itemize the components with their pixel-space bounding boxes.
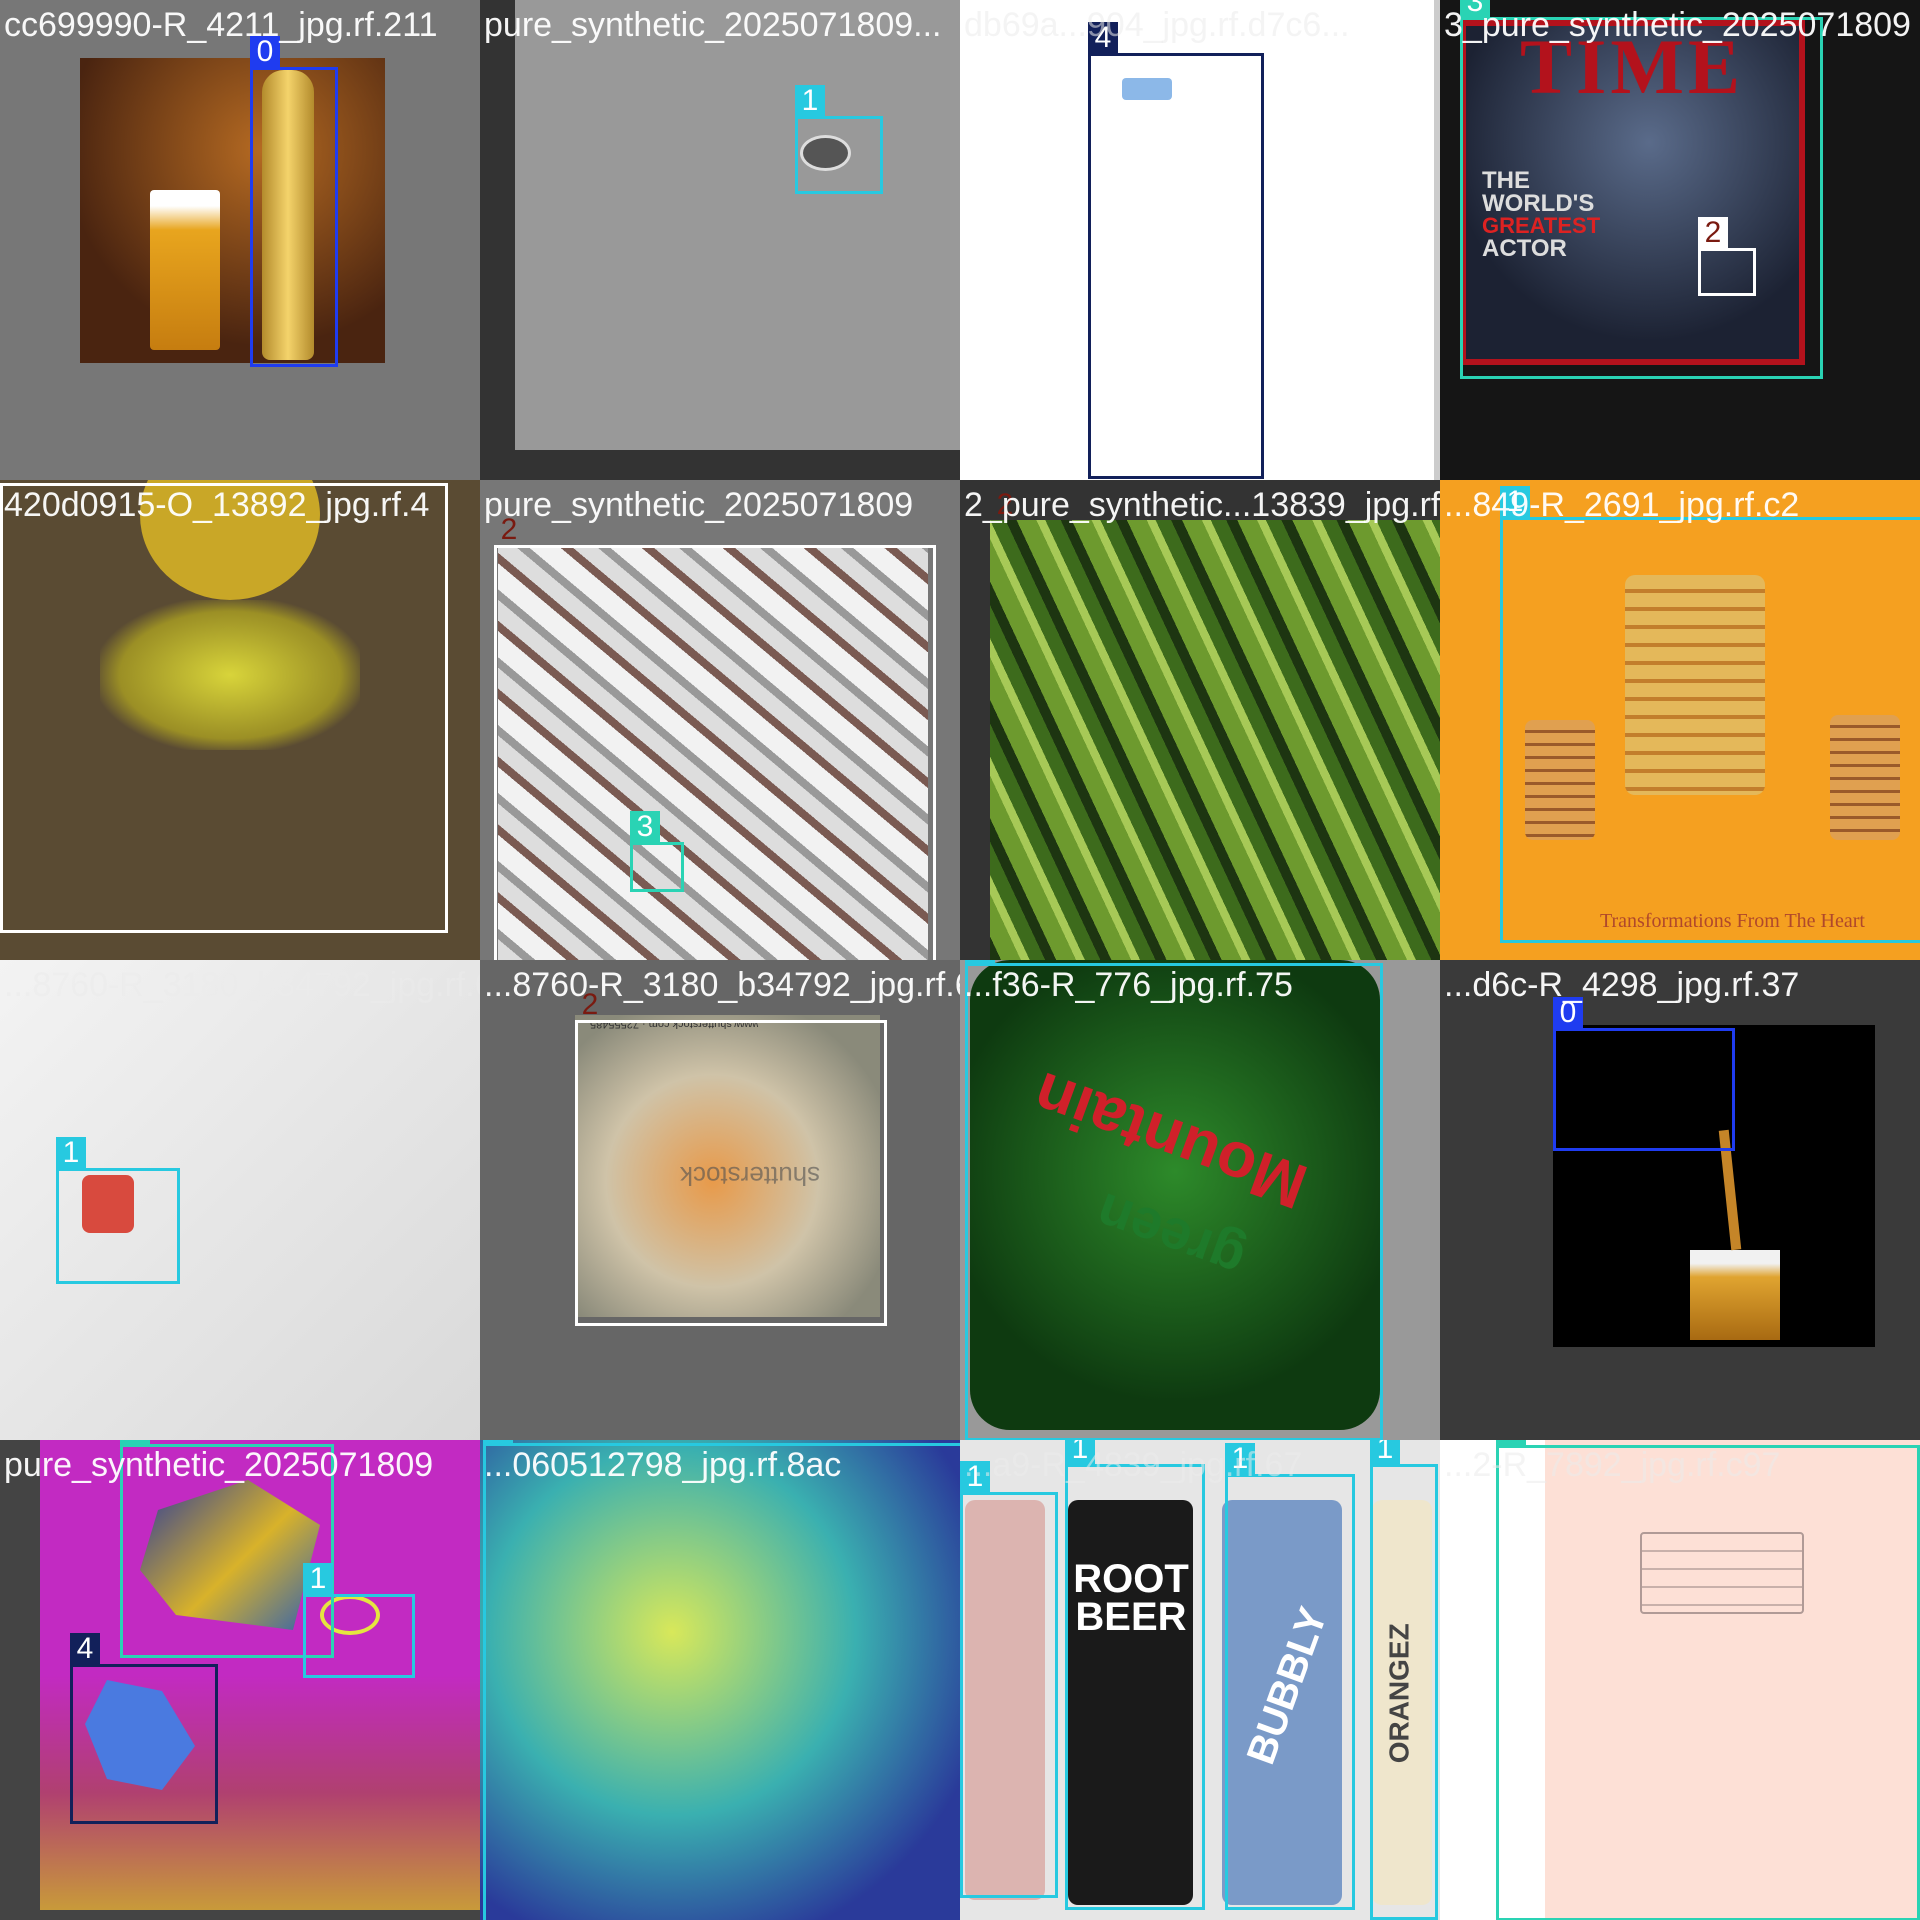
filename-label: ...2-R_7892_jpg.rf.c97 [1444, 1446, 1781, 1484]
bbox: 1 [1370, 1440, 1438, 1920]
tile-3: TIME THE WORLD'S GREATEST ACTOR 3_pure_s… [1440, 0, 1920, 480]
tile-7: Transformations From The Heart ...849-R_… [1440, 480, 1920, 960]
beer-glass [150, 190, 220, 350]
bbox: 4 [1088, 22, 1264, 479]
filename-label: 2_pure_synthetic...13839_jpg.rf.6 [964, 486, 1440, 524]
bbox: 2 [0, 480, 448, 933]
filename-label: ...060512798_jpg.rf.8ac [484, 1446, 842, 1484]
bbox: 3 [630, 811, 684, 892]
class-label: 1 [303, 1563, 333, 1595]
filename-label: ...f36-R_776_jpg.rf.75 [964, 966, 1293, 1004]
filename-label: 420d0915-O_13892_jpg.rf.4 [4, 486, 430, 524]
bbox: 2 [575, 989, 887, 1326]
bbox: 1 [56, 1137, 180, 1284]
bbox: 2 [494, 514, 936, 960]
filename-label: ...d6c-R_4298_jpg.rf.37 [1444, 966, 1800, 1004]
tile-15: ...2-R_7892_jpg.rf.c97 3 [1440, 1440, 1920, 1920]
filename-label: 3_pure_synthetic_2025071809 [1444, 6, 1911, 44]
class-label: 1 [483, 1440, 513, 1444]
class-label: 3 [120, 1440, 150, 1445]
tile-5: pure_synthetic_2025071809 2 3 [480, 480, 960, 960]
bbox: 1 [965, 960, 1383, 1440]
bbox: 3 [1496, 1440, 1920, 1920]
filename-label: cc699990-R_4211_jpg.rf.211 [4, 6, 438, 44]
tile-6: 2_pure_synthetic...13839_jpg.rf.6 2 [960, 480, 1440, 960]
bbox: 1 [483, 1440, 960, 1920]
tile-13: ...060512798_jpg.rf.8ac 1 [480, 1440, 960, 1920]
beer-glass [1690, 1250, 1780, 1340]
class-label: 1 [965, 960, 995, 964]
bbox: 1 [960, 1461, 1058, 1898]
bbox: 1 [1065, 1440, 1205, 1910]
mosaic-grid: cc699990-R_4211_jpg.rf.211 0 pure_synthe… [0, 0, 1920, 1920]
filename-label: ...8760-R_3180_b34792_jpg.rf.6b [4, 966, 480, 1004]
bbox: 1 [303, 1563, 415, 1678]
bbox: 2 [990, 489, 1440, 960]
class-label: 1 [795, 85, 825, 117]
tile-0: cc699990-R_4211_jpg.rf.211 0 [0, 0, 480, 480]
bbox: 0 [250, 36, 338, 367]
tile-4: 420d0915-O_13892_jpg.rf.4 2 [0, 480, 480, 960]
tile-1: pure_synthetic_2025071809... 1 [480, 0, 960, 480]
tile-14: ROOT BEER BUBBLY ORANGEZ ...a9-R_4839_jp… [960, 1440, 1440, 1920]
filename-label: pure_synthetic_2025071809... [484, 6, 942, 44]
class-label: 2 [1698, 217, 1728, 249]
filename-label: ...849-R_2691_jpg.rf.c2 [1444, 486, 1800, 524]
bbox: 4 [70, 1633, 218, 1824]
bbox: 1 [1225, 1443, 1355, 1910]
bbox: 2 [1698, 217, 1756, 296]
tile-9: www.shutterstock.com · 72555485 shutters… [480, 960, 960, 1440]
filename-label: db69a...904_jpg.rf.d7c6... [964, 6, 1350, 44]
bbox: 1 [1500, 486, 1920, 943]
beer-photo [80, 58, 385, 363]
filename-label: pure_synthetic_2025071809 [4, 1446, 434, 1484]
class-label: 3 [630, 811, 660, 843]
class-label: 4 [70, 1633, 100, 1665]
tile-2: db69a...904_jpg.rf.d7c6... 4 [960, 0, 1440, 480]
filename-label: ...8760-R_3180_b34792_jpg.rf.6b [484, 966, 960, 1004]
class-label: 1 [1370, 1440, 1400, 1465]
tile-12: pure_synthetic_2025071809 3 1 4 [0, 1440, 480, 1920]
bbox: 1 [795, 85, 883, 194]
tile-11: ...d6c-R_4298_jpg.rf.37 0 [1440, 960, 1920, 1440]
gray-canvas [515, 0, 960, 450]
bbox: 0 [1553, 997, 1735, 1151]
tile-8: ...8760-R_3180_b34792_jpg.rf.6b 1 [0, 960, 480, 1440]
class-label: 1 [56, 1137, 86, 1169]
filename-label: ...a9-R_4839_jpg.rf.67 [964, 1446, 1303, 1484]
filename-label: pure_synthetic_2025071809 [484, 486, 914, 524]
bbox: 3 [1460, 0, 1823, 379]
class-label: 2 [0, 480, 30, 484]
tile-10: Mountain green ...f36-R_776_jpg.rf.75 1 [960, 960, 1440, 1440]
